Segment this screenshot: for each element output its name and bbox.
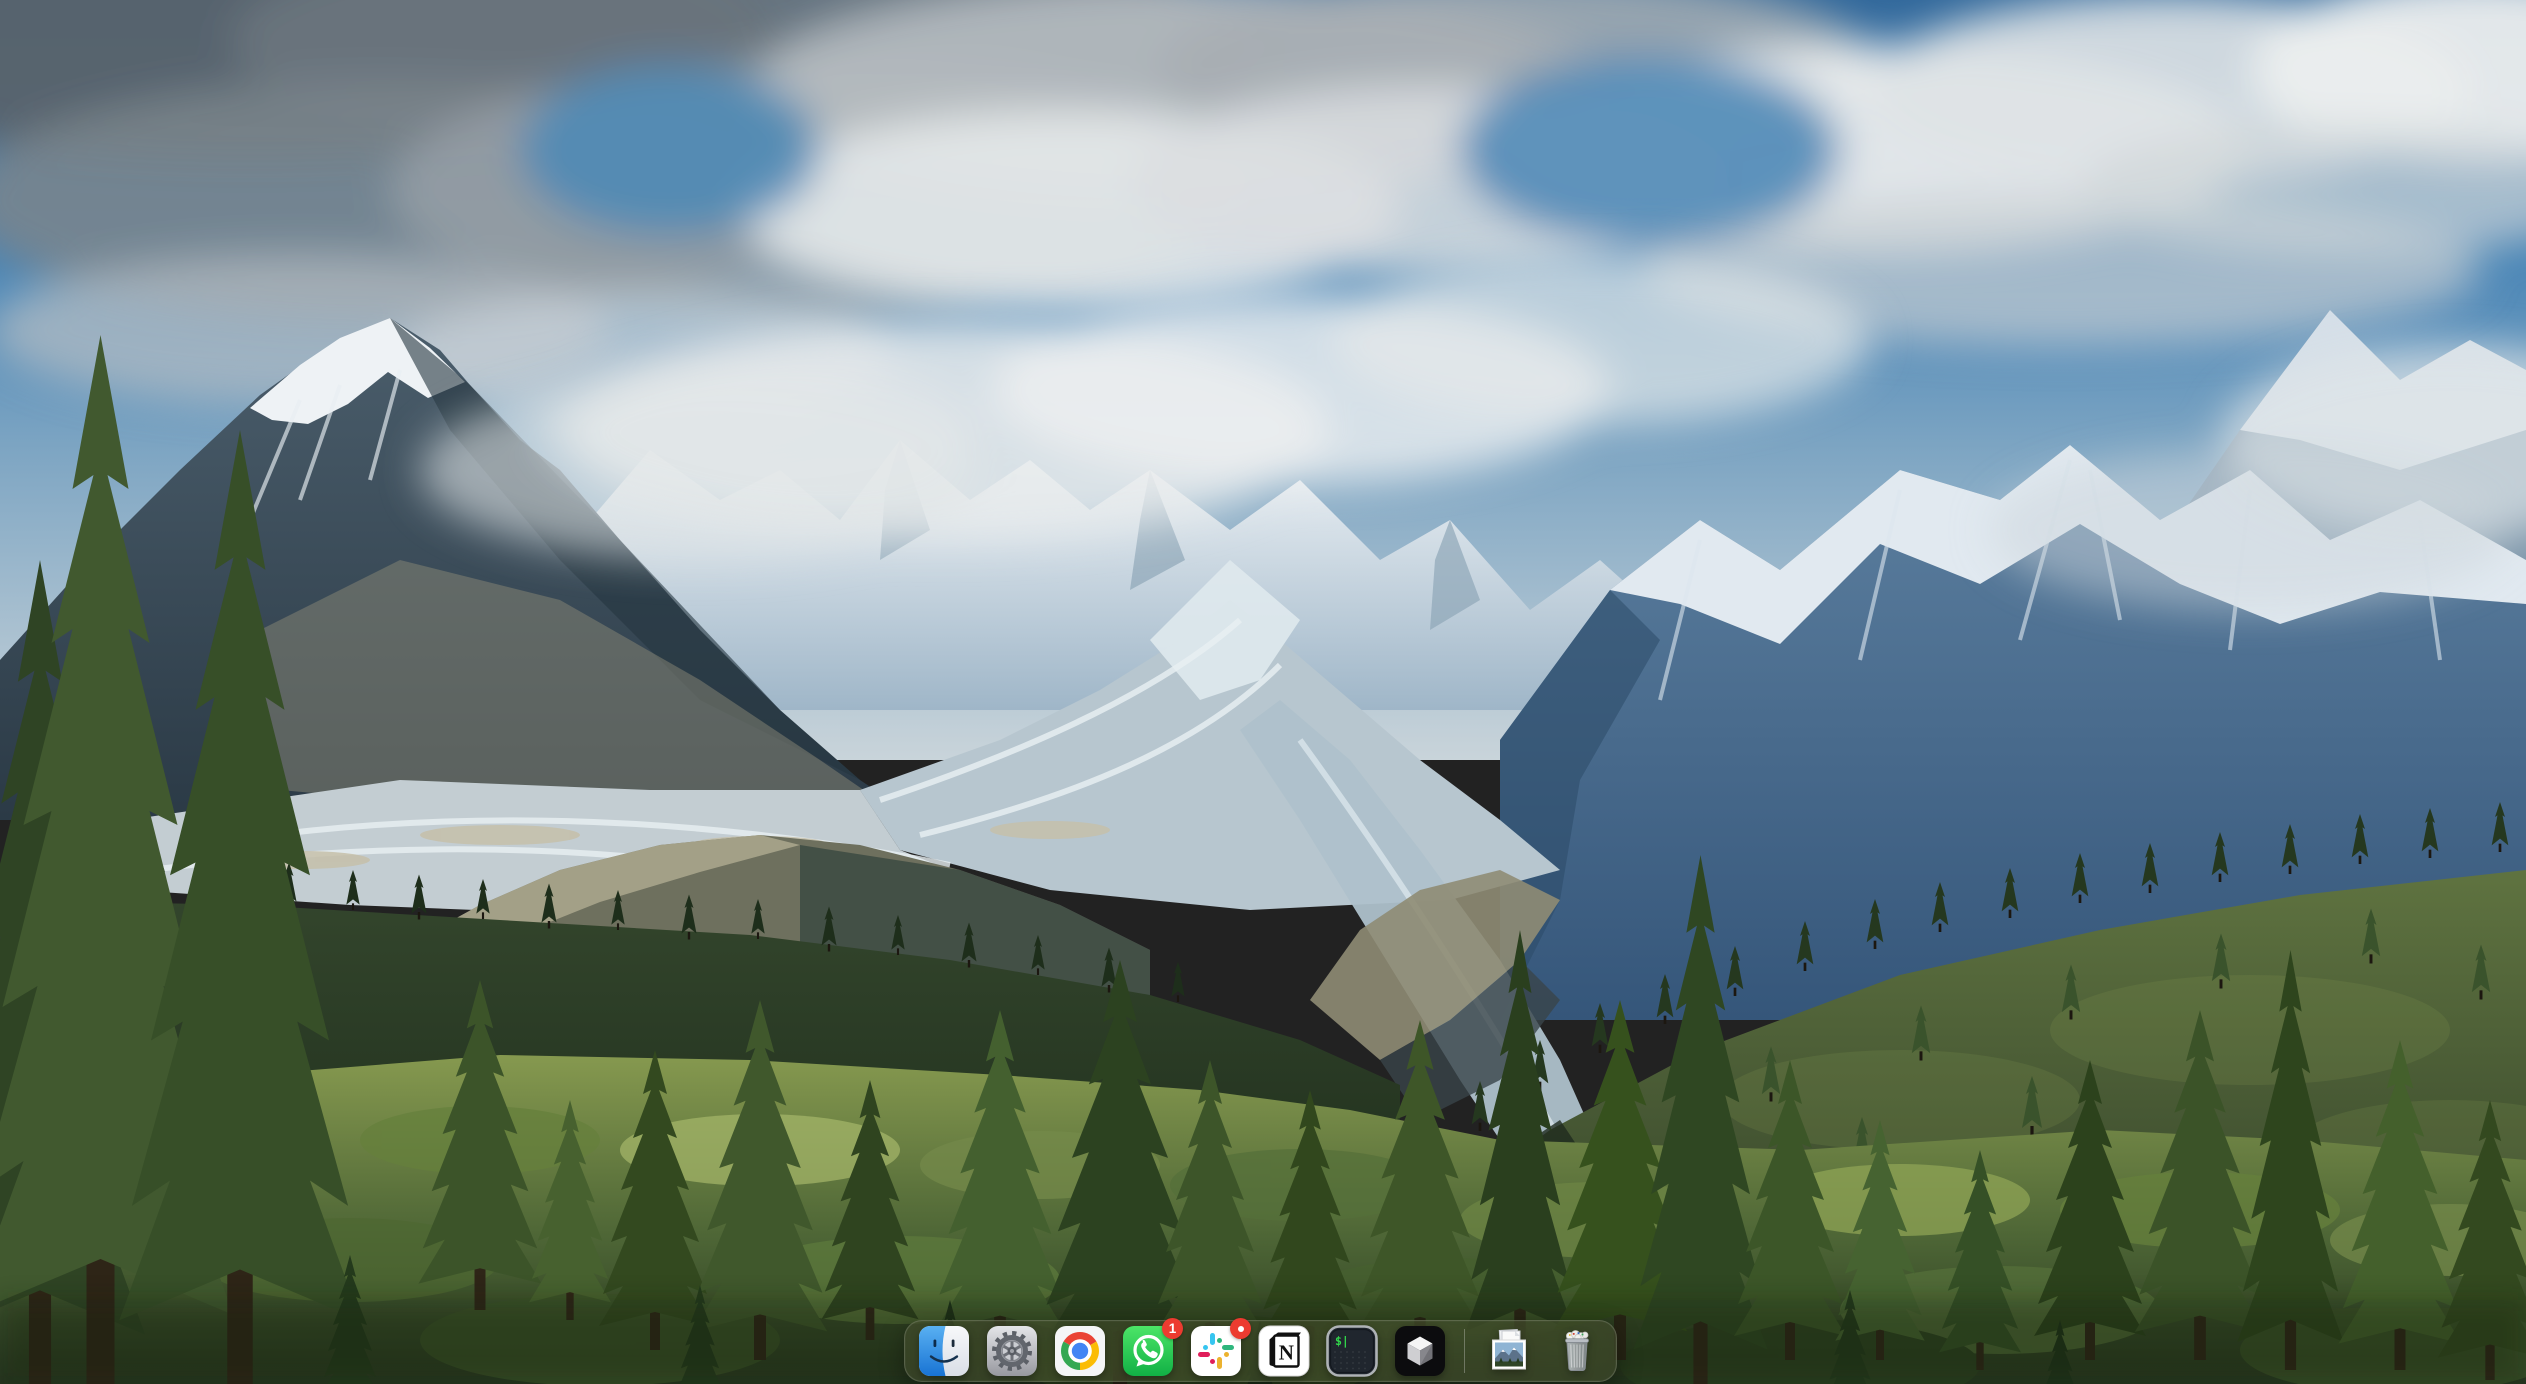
desktop: 1 N [0,0,2526,1384]
whatsapp-notification-badge: 1 [1162,1318,1183,1339]
dock-item-chrome[interactable] [1054,1325,1106,1377]
downloads-stack-icon [1483,1325,1535,1377]
notion-icon: N [1258,1325,1310,1377]
dock-item-terminal[interactable]: $| [1326,1325,1378,1377]
dock-item-downloads[interactable] [1483,1325,1535,1377]
wallpaper-mountain-valley [0,0,2526,1384]
dock-item-finder[interactable] [918,1325,970,1377]
dock-item-system-settings[interactable] [986,1325,1038,1377]
terminal-icon: $| [1326,1325,1378,1377]
slack-notification-badge [1230,1318,1251,1339]
terminal-prompt: $| [1335,1334,1349,1348]
dock-item-cube-app[interactable] [1394,1325,1446,1377]
dock-item-notion[interactable]: N [1258,1325,1310,1377]
dock-divider [1464,1329,1465,1373]
finder-icon [918,1325,970,1377]
cube-3d-icon [1394,1325,1446,1377]
notion-letter: N [1279,1341,1294,1365]
dock-item-slack[interactable] [1190,1325,1242,1377]
dock: 1 N [904,1320,1617,1382]
dock-item-whatsapp[interactable]: 1 [1122,1325,1174,1377]
chrome-icon [1054,1325,1106,1377]
trash-full-icon [1551,1325,1603,1377]
dock-item-trash[interactable] [1551,1325,1603,1377]
gear-icon [986,1325,1038,1377]
